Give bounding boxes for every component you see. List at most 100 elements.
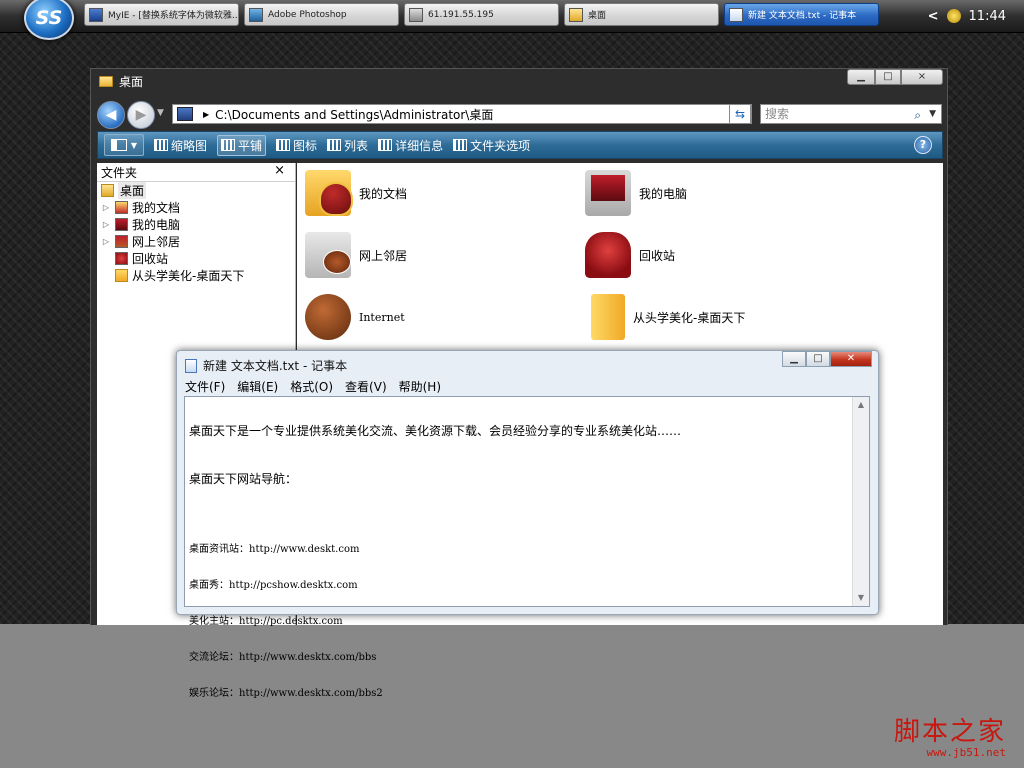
toolbar-tiles[interactable]: 平铺 (217, 134, 267, 156)
minimize-button[interactable]: ▁ (847, 69, 875, 85)
taskbar-button-photoshop[interactable]: Adobe Photoshop (244, 3, 399, 26)
taskbar: SS MyIE - [替换系统字体为微软雅... Adobe Photoshop… (0, 0, 1024, 40)
scroll-down-icon[interactable]: ▼ (853, 590, 869, 606)
remote-desktop-icon (409, 7, 423, 22)
toolbar-label: 列表 (344, 138, 369, 153)
internet-icon (305, 294, 351, 340)
notepad-text-area[interactable]: 桌面天下是一个专业提供系统美化交流、美化资源下载、会员经验分享的专业系统美化站…… (184, 396, 870, 699)
network-places-icon (305, 232, 351, 278)
file-item-label: 我的电脑 (639, 186, 688, 201)
folder-icon (99, 76, 113, 87)
computer-icon (177, 107, 193, 121)
tree-item-label: 桌面 (118, 182, 147, 199)
toolbar-details[interactable]: 详细信息 (378, 137, 443, 154)
file-item-my-documents[interactable]: 我的文档 (305, 167, 407, 219)
close-button[interactable]: × (901, 69, 943, 85)
taskbar-button-label: 新建 文本文档.txt - 记事本 (748, 11, 857, 21)
toolbar-label: 文件夹选项 (470, 138, 531, 153)
taskbar-button-label: 桌面 (588, 11, 607, 21)
tree-item-my-computer[interactable]: ▷ 我的电脑 (97, 216, 295, 233)
vertical-scrollbar[interactable]: ▲ ▼ (852, 397, 869, 606)
text-line: 桌面天下网站导航： (189, 472, 298, 486)
explorer-window-controls: ▁ □ × (847, 69, 943, 85)
tree-item-folder[interactable]: 从头学美化-桌面天下 (97, 267, 295, 284)
menu-file[interactable]: 文件(F) (185, 378, 225, 396)
browser-icon (89, 7, 103, 22)
tray-expand-icon[interactable]: < (928, 9, 939, 24)
watermark-url: www.jb51.net (926, 746, 1006, 759)
file-item-my-computer[interactable]: 我的电脑 (585, 167, 687, 219)
notepad-title-label: 新建 文本文档.txt - 记事本 (203, 359, 348, 373)
explorer-toolbar: ▼ 缩略图 平铺 图标 列表 详细信息 文件夹选项 ? (97, 131, 943, 159)
refresh-button[interactable]: ⇆ (729, 104, 751, 124)
toolbar-icons[interactable]: 图标 (276, 137, 317, 154)
text-line: 交流论坛：http://www.desktx.com/bbs (189, 652, 377, 663)
tree-item-desktop[interactable]: 桌面 (97, 182, 295, 199)
search-placeholder: 搜索 (765, 107, 790, 121)
tree-item-label: 网上邻居 (132, 235, 181, 249)
toolbar-list[interactable]: 列表 (327, 137, 368, 154)
address-bar[interactable]: ▶ C:\Documents and Settings\Administrato… (172, 104, 752, 124)
taskbar-button-desktop[interactable]: 桌面 (564, 3, 719, 26)
breadcrumb-chevron-icon[interactable]: ▶ (203, 110, 209, 119)
expand-icon[interactable]: ▷ (101, 220, 111, 229)
tree-item-label: 我的电脑 (132, 218, 181, 232)
menu-view[interactable]: 查看(V) (345, 378, 387, 396)
address-text: C:\Documents and Settings\Administrator\… (215, 107, 494, 122)
search-input[interactable]: 搜索 ⌕ ▼ (760, 104, 942, 124)
file-item-label: 网上邻居 (359, 248, 408, 263)
scroll-up-icon[interactable]: ▲ (853, 397, 869, 413)
maximize-button[interactable]: □ (875, 69, 901, 85)
taskbar-button-myie[interactable]: MyIE - [替换系统字体为微软雅... (84, 3, 239, 26)
menu-help[interactable]: 帮助(H) (399, 378, 441, 396)
tree-item-my-documents[interactable]: ▷ 我的文档 (97, 199, 295, 216)
taskbar-button-label: 61.191.55.195 (428, 9, 494, 20)
file-item-internet[interactable]: Internet (305, 291, 405, 343)
menu-format[interactable]: 格式(O) (290, 378, 333, 396)
back-button[interactable]: ◀ (97, 101, 125, 129)
folder-options-icon (453, 139, 468, 151)
recycle-bin-icon (585, 232, 631, 278)
tiles-icon (221, 139, 236, 151)
tray-app-icon[interactable] (946, 9, 961, 23)
maximize-button[interactable]: □ (806, 351, 830, 367)
minimize-button[interactable]: ▁ (782, 351, 806, 367)
expand-icon[interactable]: ▷ (101, 203, 111, 212)
toolbar-label: 缩略图 (171, 138, 208, 153)
my-computer-icon (585, 170, 631, 216)
views-button[interactable]: ▼ (104, 134, 144, 156)
tree-item-label: 我的文档 (132, 201, 181, 215)
file-item-recycle-bin[interactable]: 回收站 (585, 229, 675, 281)
tree-item-recycle-bin[interactable]: 回收站 (97, 250, 295, 267)
tree-item-network-places[interactable]: ▷ 网上邻居 (97, 233, 295, 250)
help-icon[interactable]: ? (914, 136, 932, 154)
close-button[interactable]: ✕ (830, 351, 872, 367)
clock[interactable]: 11:44 (969, 9, 1006, 24)
toolbar-folder-options[interactable]: 文件夹选项 (453, 137, 530, 154)
my-documents-icon (305, 170, 353, 216)
thumbnails-icon (154, 139, 168, 151)
taskbar-button-remote[interactable]: 61.191.55.195 (404, 3, 559, 26)
tree-item-label: 从头学美化-桌面天下 (132, 269, 245, 283)
folder-tree-title: 文件夹 (101, 165, 138, 180)
file-item-label: 从头学美化-桌面天下 (633, 310, 746, 325)
taskbar-button-label: Adobe Photoshop (268, 9, 347, 20)
file-item-folder[interactable]: 从头学美化-桌面天下 (585, 291, 745, 343)
search-dropdown-icon[interactable]: ▼ (929, 105, 936, 123)
taskbar-button-notepad[interactable]: 新建 文本文档.txt - 记事本 (724, 3, 879, 26)
notepad-window-controls: ▁ □ ✕ (782, 351, 872, 367)
views-icon (110, 139, 127, 151)
forward-button[interactable]: ▶ (127, 101, 155, 129)
icons-view-icon (276, 139, 291, 151)
menu-edit[interactable]: 编辑(E) (237, 378, 278, 396)
search-icon[interactable]: ⌕ (914, 106, 921, 124)
file-item-network-places[interactable]: 网上邻居 (305, 229, 407, 281)
close-icon[interactable]: × (274, 163, 285, 178)
chevron-down-icon: ▼ (130, 140, 138, 150)
history-dropdown-icon[interactable]: ▼ (157, 108, 164, 118)
explorer-title: 桌面 (99, 73, 143, 90)
expand-icon[interactable]: ▷ (101, 237, 111, 246)
toolbar-thumbnails[interactable]: 缩略图 (154, 137, 207, 154)
file-item-label: 回收站 (639, 248, 676, 263)
